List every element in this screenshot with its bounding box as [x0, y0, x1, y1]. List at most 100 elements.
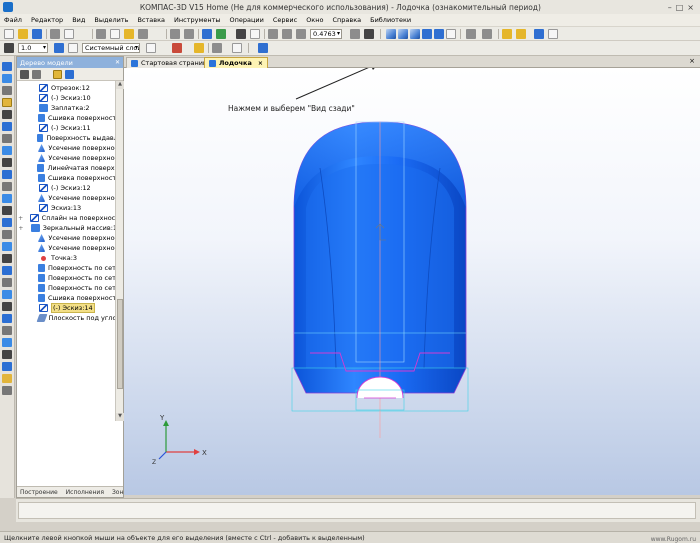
filter-icon[interactable] [502, 29, 512, 39]
paint-icon[interactable] [2, 374, 12, 383]
tree-item[interactable]: Эскиз:13 [17, 203, 116, 213]
tree-item[interactable]: Усечение поверхности: [17, 153, 116, 163]
open-folder-icon[interactable] [18, 29, 28, 39]
render-style-icon[interactable] [258, 43, 268, 53]
format-painter-icon[interactable] [138, 29, 148, 39]
spec-icon[interactable] [2, 194, 12, 203]
tree-item[interactable]: Сшивка поверхностей:7 [17, 293, 116, 303]
undo-icon[interactable] [170, 29, 180, 39]
dimensions-icon[interactable] [2, 158, 12, 167]
curve-icon[interactable] [466, 29, 476, 39]
menu-view[interactable]: Вид [72, 16, 85, 24]
document-close-icon[interactable]: × [689, 57, 695, 65]
view-shaded-icon[interactable] [422, 29, 432, 39]
measure-icon[interactable] [482, 29, 492, 39]
model-tree-scrollbar[interactable]: ▲ ▼ [115, 81, 124, 421]
tree-item[interactable]: (-) Эскиз:12 [17, 183, 116, 193]
tab-start-page[interactable]: Стартовая страница [126, 57, 217, 68]
menu-help[interactable]: Справка [332, 16, 361, 24]
property-bar-area[interactable] [18, 502, 696, 519]
tree-item[interactable]: Поверхность по сети кр [17, 273, 116, 283]
macro-icon[interactable] [2, 362, 12, 371]
scroll-up-icon[interactable]: ▲ [116, 81, 124, 89]
maximize-button[interactable]: □ [676, 3, 684, 12]
panel-toggle-icon[interactable] [548, 29, 558, 39]
library-manager-icon[interactable] [202, 29, 212, 39]
scroll-thumb[interactable] [117, 299, 123, 389]
mates-icon[interactable] [2, 302, 12, 311]
preview-icon[interactable] [64, 29, 74, 39]
scroll-down-icon[interactable]: ▼ [116, 413, 124, 421]
tree-item[interactable]: (-) Эскиз:10 [17, 93, 116, 103]
tree-item[interactable]: Отрезок:12 [17, 83, 116, 93]
arc-icon[interactable] [2, 110, 12, 119]
zoom-out-icon[interactable] [282, 29, 292, 39]
tree-structure-icon[interactable] [32, 70, 41, 79]
edit-part-icon[interactable] [2, 74, 12, 83]
section-icon[interactable] [2, 338, 12, 347]
cut-icon[interactable] [96, 29, 106, 39]
layers-icon[interactable] [2, 386, 12, 395]
points-icon[interactable] [2, 242, 12, 251]
sheet-metal-icon[interactable] [2, 218, 12, 227]
close-window-button[interactable]: × [687, 3, 694, 12]
tree-item-selected[interactable]: (-) Эскиз:14 [17, 303, 116, 313]
tree-item[interactable]: Сшивка поверхностей:5 [17, 113, 116, 123]
tree-item[interactable]: + Сплайн на поверхности [17, 213, 116, 223]
components-icon[interactable] [2, 314, 12, 323]
tab-close-icon[interactable]: × [258, 60, 263, 67]
menu-window[interactable]: Окно [306, 16, 323, 24]
properties-icon[interactable] [250, 29, 260, 39]
surfaces-icon[interactable] [2, 98, 12, 107]
expand-icon[interactable]: + [17, 215, 24, 222]
arrays-icon[interactable] [2, 122, 12, 131]
tree-item[interactable]: Усечение поверхности: [17, 233, 116, 243]
view-wire-icon[interactable] [398, 29, 408, 39]
expand-icon[interactable]: + [17, 225, 25, 232]
orientation-axis-icon[interactable] [364, 29, 374, 39]
view-shaded-edges-icon[interactable] [434, 29, 444, 39]
library-icon[interactable] [2, 326, 12, 335]
tree-item[interactable]: (-) Эскиз:11 [17, 123, 116, 133]
zoom-in-icon[interactable] [268, 29, 278, 39]
lines-icon[interactable] [2, 254, 12, 263]
help-pointer-icon[interactable] [236, 29, 246, 39]
menu-libraries[interactable]: Библиотеки [370, 16, 411, 24]
ruler-icon[interactable] [2, 350, 12, 359]
filter-bar-icon[interactable] [2, 182, 12, 191]
tree-item[interactable]: Точка:3 [17, 253, 116, 263]
angle-snap-icon[interactable] [232, 43, 242, 53]
menu-editor[interactable]: Редактор [31, 16, 63, 24]
perspective-icon[interactable] [446, 29, 456, 39]
view-hidden-icon[interactable] [410, 29, 420, 39]
save-icon[interactable] [32, 29, 42, 39]
menu-file[interactable]: Файл [4, 16, 22, 24]
axes-icon[interactable] [2, 278, 12, 287]
local-cs-icon[interactable] [194, 43, 204, 53]
tree-item[interactable]: + Зеркальный массив:1 [17, 223, 116, 233]
tree-item[interactable]: Усечение поверхности: [17, 193, 116, 203]
layer-props-icon[interactable] [146, 43, 156, 53]
model-tree-close-icon[interactable]: ✕ [115, 59, 120, 66]
redo-icon[interactable] [184, 29, 194, 39]
model-tree-toggle-icon[interactable] [534, 29, 544, 39]
tree-view-icon[interactable] [65, 70, 74, 79]
tree-sort-icon[interactable] [20, 70, 29, 79]
tree-item[interactable]: Плоскость под углом:2 [17, 313, 116, 323]
report-icon[interactable] [2, 206, 12, 215]
tree-item[interactable]: Сшивка поверхностей:6 [17, 173, 116, 183]
tree-item[interactable]: Линейчатая поверхность [17, 163, 116, 173]
sketch-tools-icon[interactable] [2, 86, 12, 95]
rotate-icon[interactable] [350, 29, 360, 39]
measurements-icon[interactable] [2, 170, 12, 179]
curves-icon[interactable] [2, 146, 12, 155]
zoom-window-icon[interactable] [296, 29, 306, 39]
tree-item[interactable]: Поверхность по сети кр [17, 283, 116, 293]
layer-combo[interactable]: Системный слой (0) [82, 43, 140, 53]
wireframe-icon[interactable] [2, 230, 12, 239]
view-iso-icon[interactable] [386, 29, 396, 39]
tree-item[interactable]: Поверхность выдавливания [17, 133, 116, 143]
tab-document[interactable]: Лодочка × [204, 57, 268, 68]
menu-insert[interactable]: Вставка [137, 16, 165, 24]
color-icon[interactable] [172, 43, 182, 53]
